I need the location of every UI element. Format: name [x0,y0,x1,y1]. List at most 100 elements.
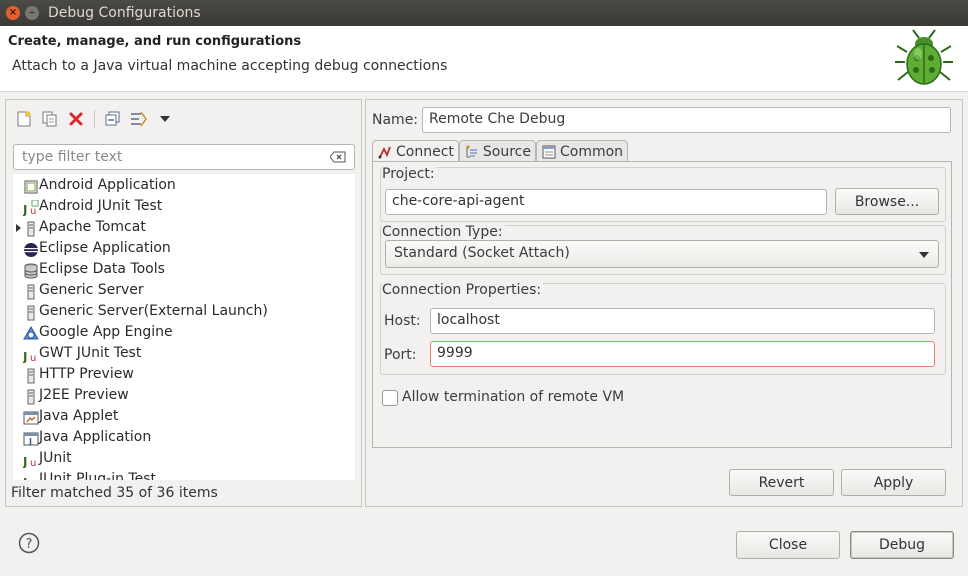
window-minimize-button[interactable]: – [25,6,39,20]
configuration-tabs: Connect Source Common [372,140,629,163]
svg-text:?: ? [26,537,33,552]
tab-source[interactable]: Source [458,140,536,162]
new-configuration-icon[interactable] [14,109,34,129]
junit-icon: Ju [23,350,36,363]
app-engine-icon [23,326,39,340]
svg-text:J: J [23,476,27,480]
server-icon [27,221,35,237]
tree-item-j2ee-preview[interactable]: J2EE Preview [13,386,353,407]
project-group: Project: che-core-api-agent Browse... [380,166,946,222]
tree-item-label: Java Applet [39,408,119,424]
debug-button[interactable]: Debug [850,531,954,559]
tree-item-http-preview[interactable]: HTTP Preview [13,365,353,386]
svg-text:u: u [30,479,36,480]
debug-bug-icon [895,29,953,85]
configuration-tree[interactable]: Android Application Ju Android JUnit Tes… [13,174,355,480]
window-title: Debug Configurations [48,5,201,21]
browse-button[interactable]: Browse... [835,188,939,215]
tab-label: Connect [396,144,454,160]
svg-text:u: u [30,206,36,216]
filter-status: Filter matched 35 of 36 items [11,485,218,501]
tree-item-label: HTTP Preview [39,366,134,382]
tree-item-label: Google App Engine [39,324,173,340]
junit-icon: Ju [23,455,36,468]
name-label: Name: [372,112,419,128]
tree-item-junit[interactable]: Ju JUnit [13,449,353,470]
server-icon [27,305,35,321]
tree-item-label: Eclipse Application [39,240,171,256]
tree-item-label: Android JUnit Test [39,198,163,214]
source-icon [464,144,480,160]
tab-connect[interactable]: Connect [372,140,459,163]
window-close-button[interactable]: × [6,6,20,20]
close-button[interactable]: Close [736,531,840,559]
filter-field[interactable] [13,144,355,170]
tree-item-generic-server[interactable]: Generic Server [13,281,353,302]
banner-title: Create, manage, and run configurations [8,34,302,49]
tree-item-android-junit-test[interactable]: Ju Android JUnit Test [13,197,353,218]
port-field[interactable]: 9999 [430,341,935,367]
dropdown-icon[interactable] [155,109,175,129]
tree-item-label: Generic Server(External Launch) [39,303,268,319]
tree-item-label: Apache Tomcat [39,219,146,235]
server-icon [27,368,35,384]
android-application-icon [24,180,38,194]
filter-icon[interactable] [129,109,149,129]
connection-type-select[interactable]: Standard (Socket Attach) [385,240,939,268]
connection-properties-label: Connection Properties: [382,282,544,298]
svg-text:J: J [28,437,32,446]
tree-item-gwt-junit-test[interactable]: Ju GWT JUnit Test [13,344,353,365]
tab-common[interactable]: Common [535,140,629,162]
junit-icon: Ju [23,200,39,216]
name-field[interactable]: Remote Che Debug [422,107,951,133]
connection-type-group: Connection Type: Standard (Socket Attach… [380,224,946,275]
svg-text:u: u [30,458,36,468]
project-label: Project: [382,166,437,182]
port-label: Port: [384,347,417,363]
dialog-banner: Create, manage, and run configurations A… [0,26,968,92]
tree-item-java-application[interactable]: J Java Application [13,428,353,449]
expand-arrow-icon[interactable] [16,224,21,232]
help-icon[interactable]: ? [18,532,40,554]
banner-message: Attach to a Java virtual machine accepti… [12,58,448,74]
svg-text:J: J [23,350,27,363]
tree-item-label: JUnit Plug-in Test [39,471,157,480]
tree-item-google-app-engine[interactable]: Google App Engine [13,323,353,344]
tab-label: Common [559,143,624,160]
clear-filter-icon[interactable] [330,151,346,163]
tree-item-java-applet[interactable]: Java Applet [13,407,353,428]
host-field[interactable]: localhost [430,308,935,334]
eclipse-icon [24,243,38,257]
tree-item-android-application[interactable]: Android Application [13,176,353,197]
connection-type-value: Standard (Socket Attach) [394,245,570,261]
tree-item-junit-plugin-test[interactable]: Ju JUnit Plug-in Test [13,470,353,480]
toolbar-separator [94,110,95,128]
delete-icon[interactable] [66,109,86,129]
filter-input[interactable] [20,147,320,167]
tree-item-label: JUnit [39,450,72,466]
tree-item-label: Eclipse Data Tools [39,261,165,277]
tree-item-apache-tomcat[interactable]: Apache Tomcat [13,218,353,239]
configuration-list-panel: Android Application Ju Android JUnit Tes… [5,99,362,507]
svg-text:u: u [30,353,36,363]
common-icon [541,144,557,160]
connection-properties-group: Connection Properties: Host: localhost P… [380,282,946,375]
tree-item-eclipse-data-tools[interactable]: Eclipse Data Tools [13,260,353,281]
project-field[interactable]: che-core-api-agent [385,189,827,215]
tree-item-label: GWT JUnit Test [39,345,142,361]
tree-item-eclipse-application[interactable]: Eclipse Application [13,239,353,260]
configuration-editor-panel: Name: Remote Che Debug Connect Source Co… [365,99,963,507]
duplicate-icon[interactable] [40,109,60,129]
allow-termination-checkbox[interactable] [382,390,398,406]
tree-item-generic-server-external[interactable]: Generic Server(External Launch) [13,302,353,323]
revert-button[interactable]: Revert [729,469,834,496]
junit-plugin-icon: Ju [23,476,36,480]
window-titlebar: × – Debug Configurations [0,0,968,26]
java-application-icon: J [23,432,39,446]
host-label: Host: [384,313,421,329]
server-icon [27,284,35,300]
database-icon [24,263,38,279]
collapse-all-icon[interactable] [103,109,123,129]
apply-button[interactable]: Apply [841,469,946,496]
svg-text:J: J [23,203,27,216]
